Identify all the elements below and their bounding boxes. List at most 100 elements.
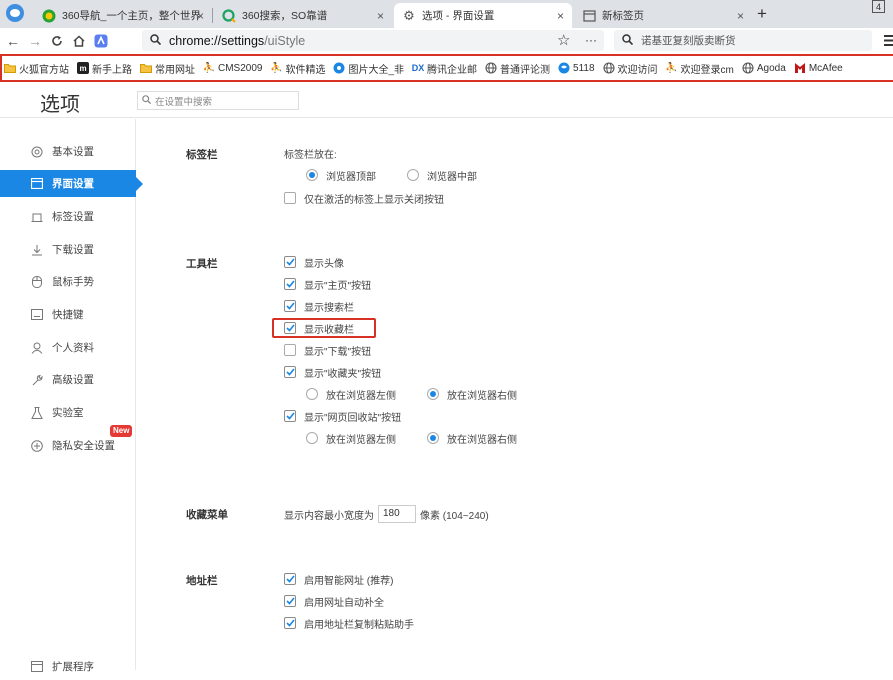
mcafee-icon <box>794 62 806 74</box>
checkbox[interactable] <box>284 256 296 268</box>
window-icon <box>30 177 43 190</box>
tab-360-nav[interactable]: 360导航_一个主页，整个世界 × <box>34 3 213 28</box>
globe-icon <box>485 62 497 74</box>
bookmark-item[interactable]: 5118 <box>558 62 595 74</box>
checkbox[interactable] <box>284 300 296 312</box>
url-host: chrome://settings <box>169 33 265 48</box>
radio-button[interactable] <box>306 388 318 400</box>
sidebar-item-profile[interactable]: 个人资料 <box>0 334 136 361</box>
bookmark-item[interactable]: Agoda <box>742 62 786 74</box>
bookmark-item[interactable]: 普通评论测 <box>485 61 550 76</box>
radio-button[interactable] <box>427 388 439 400</box>
sidebar-item-extensions[interactable]: 扩展程序 <box>0 653 136 680</box>
sidebar-item-download[interactable]: 下载设置 <box>0 236 136 263</box>
bookmark-item[interactable]: ⛹ 软件精选 <box>270 61 325 76</box>
checkbox[interactable] <box>284 617 296 629</box>
star-icon[interactable]: ☆ <box>557 31 570 49</box>
bookmark-item[interactable]: 火狐官方站 <box>4 61 69 76</box>
checkbox[interactable] <box>284 595 296 607</box>
checkbox-show-download[interactable]: 显示"下载"按钮 <box>284 342 371 358</box>
extension-icon <box>30 660 43 673</box>
checkbox-close-active-only[interactable]: 仅在激活的标签上显示关闭按钮 <box>284 190 444 206</box>
sidebar-item-advanced[interactable]: 高级设置 <box>0 366 136 393</box>
bookmark-item[interactable]: 图片大全_非 <box>333 61 404 76</box>
checkbox-show-searchbar[interactable]: 显示搜索栏 <box>284 298 354 314</box>
checkbox[interactable] <box>284 573 296 585</box>
checkbox-show-avatar[interactable]: 显示头像 <box>284 254 344 270</box>
keyboard-icon <box>30 308 43 321</box>
checkbox-smart-url[interactable]: 启用智能网址 (推荐) <box>284 571 393 587</box>
bookmark-item[interactable]: 欢迎访问 <box>602 61 658 76</box>
tab-settings[interactable]: ⚙ 选项 - 界面设置 × <box>394 3 572 28</box>
checkbox[interactable] <box>284 344 296 356</box>
tab-label: 选项 - 界面设置 <box>422 10 495 22</box>
sidebar-item-shortcuts[interactable]: 快捷键 <box>0 301 136 328</box>
close-icon[interactable]: × <box>197 9 204 23</box>
menu-icon[interactable] <box>884 35 893 46</box>
radio-button[interactable] <box>306 169 318 181</box>
sidebar-item-lab[interactable]: 实验室 <box>0 399 136 426</box>
checkbox[interactable] <box>284 366 296 378</box>
close-icon[interactable]: × <box>557 9 564 23</box>
section-favorites-title: 收藏菜单 <box>186 509 228 521</box>
reload-icon[interactable] <box>46 30 68 52</box>
sidebar-item-tabs[interactable]: 标签设置 <box>0 203 136 230</box>
bookmark-item[interactable]: m 新手上路 <box>77 61 132 76</box>
m-icon: m <box>77 62 89 74</box>
section-tabbar-title: 标签栏 <box>186 149 218 161</box>
radio-recycle-right[interactable]: 放在浏览器右侧 <box>427 430 517 446</box>
sidebar-item-privacy[interactable]: 隐私安全设置 New <box>0 425 136 459</box>
checkbox-show-home[interactable]: 显示"主页"按钮 <box>284 276 371 292</box>
radio-favorites-left[interactable]: 放在浏览器左侧 <box>306 386 396 402</box>
radio-tabbar-top[interactable]: 浏览器顶部 <box>306 167 376 183</box>
search-placeholder: 在设置中搜索 <box>155 96 213 108</box>
more-icon[interactable]: ··· <box>585 33 597 47</box>
sidebar-item-mouse[interactable]: 鼠标手势 <box>0 268 136 295</box>
close-icon[interactable]: × <box>737 9 744 23</box>
bookmark-item[interactable]: ⛹ CMS2009 <box>203 62 263 74</box>
gear-icon: ⚙ <box>403 7 415 23</box>
bookmark-item[interactable]: McAfee <box>794 62 843 74</box>
bookmark-item[interactable]: DX 腾讯企业邮 <box>412 61 477 76</box>
radio-tabbar-middle[interactable]: 浏览器中部 <box>407 167 477 183</box>
extension-app-icon[interactable] <box>90 30 112 52</box>
radio-favorites-right[interactable]: 放在浏览器右侧 <box>427 386 517 402</box>
browser-logo-icon[interactable] <box>6 4 24 22</box>
radio-button[interactable] <box>407 169 419 181</box>
section-addressbar-title: 地址栏 <box>186 575 218 587</box>
radio-button[interactable] <box>306 432 318 444</box>
wrench-icon <box>30 373 43 386</box>
checkbox[interactable] <box>284 278 296 290</box>
checkbox-paste-helper[interactable]: 启用地址栏复制粘贴助手 <box>284 615 414 631</box>
tab-360-search[interactable]: 360搜索，SO靠谱 × <box>214 3 392 28</box>
close-icon[interactable]: × <box>377 9 384 23</box>
checkbox-show-favorites[interactable]: 显示"收藏夹"按钮 <box>284 364 381 380</box>
forward-icon[interactable]: → <box>24 30 46 52</box>
new-tab-icon <box>582 9 596 23</box>
radio-button[interactable] <box>427 432 439 444</box>
5118-icon <box>558 62 570 74</box>
sidebar-item-basic[interactable]: 基本设置 <box>0 138 136 165</box>
window-count-badge[interactable]: 4 <box>872 0 885 13</box>
checkbox-show-recycle[interactable]: 显示"网页回收站"按钮 <box>284 408 401 424</box>
radio-recycle-left[interactable]: 放在浏览器左侧 <box>306 430 396 446</box>
search-box-text: 诺基亚复刻版卖断货 <box>641 35 736 47</box>
flask-icon <box>30 406 43 419</box>
tab-new-tab[interactable]: 新标签页 × <box>574 3 752 28</box>
address-bar: ← → chrome://settings/uiStyle ☆ ··· 诺基亚复… <box>0 28 893 54</box>
bookmark-item[interactable]: ⛹ 欢迎登录cm <box>665 61 734 76</box>
sidebar-item-ui[interactable]: 界面设置 <box>0 170 143 197</box>
search-icon <box>150 33 162 48</box>
bookmark-item[interactable]: 常用网址 <box>140 61 195 76</box>
width-input[interactable]: 180 <box>378 505 416 523</box>
highlight-box <box>272 318 376 338</box>
web-search-field[interactable]: 诺基亚复刻版卖断货 <box>614 30 872 51</box>
new-tab-button[interactable]: + <box>757 4 767 24</box>
checkbox-url-autocomplete[interactable]: 启用网址自动补全 <box>284 593 384 609</box>
home-icon[interactable] <box>68 30 90 52</box>
settings-search-input[interactable]: 在设置中搜索 <box>137 91 299 110</box>
checkbox[interactable] <box>284 192 296 204</box>
back-icon[interactable]: ← <box>2 30 24 52</box>
checkbox[interactable] <box>284 410 296 422</box>
url-field[interactable]: chrome://settings/uiStyle <box>142 30 604 51</box>
